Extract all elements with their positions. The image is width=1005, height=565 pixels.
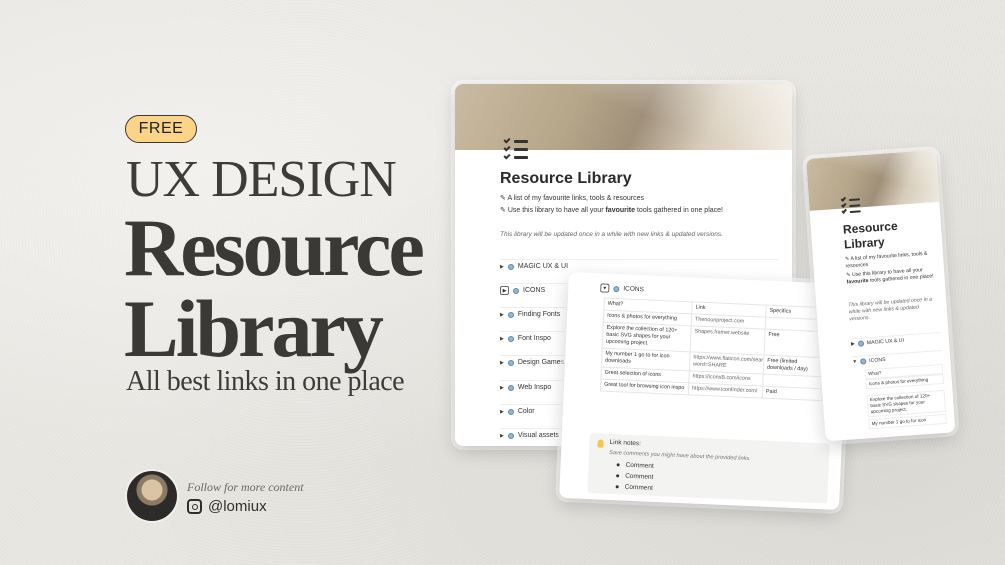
globe-icon <box>507 311 514 318</box>
table-cell: Explore the collection of 120+ basic SVG… <box>866 389 946 418</box>
globe-icon <box>507 384 514 391</box>
description-line-1: ✎ A list of my favourite links, tools & … <box>500 195 644 202</box>
toggle-magic-ux[interactable]: ▶ MAGIC UX & UI <box>500 259 778 273</box>
instagram-handle[interactable]: @lomiux <box>187 498 267 515</box>
handle-text: @lomiux <box>208 498 267 515</box>
globe-icon <box>507 408 514 415</box>
lightbulb-icon <box>597 439 604 448</box>
toggle-magic-ux[interactable]: ▶ MAGIC UX & UI <box>850 332 942 349</box>
globe-icon <box>507 359 514 366</box>
update-note: This library will be updated once in a w… <box>500 231 723 238</box>
toggle-arrow-icon: ▶ <box>500 384 504 391</box>
comment-item[interactable]: Comment <box>615 483 653 492</box>
page-title: Resource Library <box>842 218 899 252</box>
icons-table: What? Link Specifics Icons & photos for … <box>600 298 827 402</box>
page-title: Resource Library <box>500 170 632 187</box>
table-link[interactable]: https://www.iconfinder.com/ <box>688 382 763 399</box>
toggle-arrow-icon: ▶ <box>500 335 504 342</box>
toggle-arrow-icon: ▶ <box>500 263 504 270</box>
instagram-icon <box>187 499 202 514</box>
callout-title: Link notes: <box>609 438 642 448</box>
hero-title-line-3: Library <box>124 283 384 374</box>
globe-icon <box>857 339 865 347</box>
description-line-2: ✎ Use this library to have all your favo… <box>500 207 723 214</box>
toggle-arrow-icon: ▼ <box>852 358 858 365</box>
toggle-arrow-icon: ▶ <box>500 359 504 366</box>
free-badge: FREE <box>125 115 197 143</box>
cover-image <box>806 149 940 211</box>
avatar <box>125 469 179 523</box>
globe-icon <box>513 287 519 294</box>
comment-item[interactable]: Comment <box>616 461 654 470</box>
icons-toggle-header[interactable]: ▼ ICONS <box>600 283 644 294</box>
globe-icon <box>507 335 514 342</box>
toggle-arrow-icon: ▶ <box>500 286 509 295</box>
hero-subtitle: All best links in one place <box>126 366 405 397</box>
toggle-icons[interactable]: ▼ ICONS <box>851 350 943 367</box>
globe-icon <box>507 432 514 439</box>
link-notes-callout: Link notes: Save comments you might have… <box>587 433 830 504</box>
toggle-arrow-icon: ▶ <box>500 408 504 415</box>
icons-table-preview: ▼ ICONS What? Link Specifics Icons & phot… <box>559 272 849 510</box>
comment-item[interactable]: Comment <box>616 472 653 481</box>
toggle-arrow-icon: ▶ <box>500 311 504 318</box>
checklist-icon <box>840 195 862 214</box>
toggle-arrow-icon: ▶ <box>850 340 856 347</box>
table-link[interactable]: Shapes.framer.website <box>690 325 766 356</box>
globe-icon <box>613 285 620 292</box>
update-note: This library will be updated once in a w… <box>848 296 933 323</box>
hero-title-line-2: Resource <box>124 202 425 293</box>
mobile-page-preview: Resource Library ✎ A list of my favourit… <box>806 149 956 442</box>
pin-icon: ✎ <box>500 207 508 214</box>
follow-text: Follow for more content <box>187 480 304 494</box>
globe-icon <box>859 357 867 365</box>
toggle-arrow-icon: ▼ <box>600 283 610 293</box>
hero-title-line-1: UX DESIGN <box>126 151 397 208</box>
callout-subtitle: Save comments you might have about the p… <box>609 449 751 463</box>
checklist-icon <box>503 136 529 160</box>
globe-icon <box>507 263 514 270</box>
toggle-arrow-icon: ▶ <box>500 432 504 439</box>
